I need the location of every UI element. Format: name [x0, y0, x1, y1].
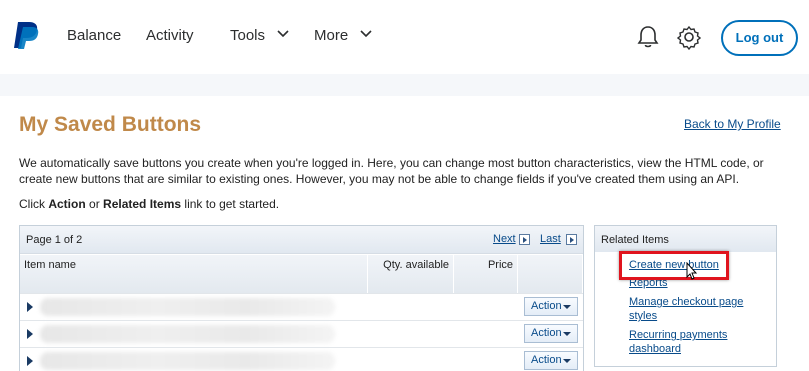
nav-tools-label: Tools: [230, 27, 266, 44]
instruction-action: Action: [48, 197, 86, 211]
action-dropdown-button[interactable]: Action: [524, 351, 578, 370]
next-page-icon[interactable]: [519, 234, 530, 245]
paypal-logo-icon[interactable]: [12, 20, 42, 50]
column-header-qty[interactable]: Qty. available: [368, 255, 454, 293]
instruction-or: or: [85, 197, 104, 211]
nav-tools[interactable]: Tools: [230, 27, 289, 44]
column-header-action: [518, 255, 583, 293]
next-page-link[interactable]: Next: [493, 233, 516, 245]
top-navigation: Balance Activity Tools More Log out: [0, 0, 809, 74]
action-dropdown-button[interactable]: Action: [524, 297, 578, 316]
intro-text: We automatically save buttons you create…: [19, 156, 764, 186]
table-row: Action: [20, 293, 583, 320]
expand-row-icon[interactable]: [27, 329, 33, 339]
saved-buttons-table: Page 1 of 2 Next Last Item name Qty. ava…: [19, 225, 584, 371]
chevron-down-icon: [277, 30, 289, 38]
nav-balance[interactable]: Balance: [67, 27, 121, 44]
related-items-heading: Related Items: [595, 226, 776, 252]
recurring-payments-link[interactable]: Recurring payments dashboard: [629, 328, 769, 356]
bell-icon[interactable]: [636, 24, 660, 50]
expand-row-icon[interactable]: [27, 302, 33, 312]
column-header-item-name[interactable]: Item name: [20, 255, 368, 293]
nav-more-label: More: [314, 27, 349, 44]
page-title: My Saved Buttons: [19, 113, 202, 136]
instruction-text: Click Action or Related Items link to ge…: [19, 197, 279, 211]
redacted-item-name: [40, 352, 335, 370]
instruction-prefix: Click: [19, 197, 49, 211]
column-header-item-name-label: Item name: [24, 259, 76, 271]
gear-icon[interactable]: [677, 24, 701, 50]
redacted-item-name: [40, 298, 335, 316]
expand-row-icon[interactable]: [27, 356, 33, 366]
mouse-pointer-icon: [686, 262, 698, 280]
content-header-bar: [0, 74, 809, 96]
column-header-price[interactable]: Price: [454, 255, 518, 293]
column-header-price-label: Price: [487, 259, 513, 271]
nav-activity[interactable]: Activity: [146, 27, 194, 44]
column-header-qty-label: Qty. available: [383, 259, 449, 271]
chevron-down-icon: [360, 30, 372, 38]
last-page-icon[interactable]: [566, 234, 577, 245]
action-dropdown-button[interactable]: Action: [524, 324, 578, 343]
table-row: Action: [20, 320, 583, 347]
instruction-related: Related Items: [103, 197, 182, 211]
manage-checkout-styles-link[interactable]: Manage checkout page styles: [629, 295, 769, 323]
nav-more[interactable]: More: [314, 27, 372, 44]
logout-button[interactable]: Log out: [721, 20, 798, 56]
nav-activity-label: Activity: [146, 27, 194, 44]
instruction-suffix: link to get started.: [181, 197, 280, 211]
table-row: Action: [20, 347, 583, 371]
nav-balance-label: Balance: [67, 27, 122, 44]
table-pager-bar: Page 1 of 2 Next Last: [20, 226, 583, 254]
last-page-link[interactable]: Last: [540, 233, 561, 245]
back-to-profile-link[interactable]: Back to My Profile: [684, 117, 781, 131]
redacted-item-name: [40, 325, 335, 343]
highlight-box: [619, 251, 729, 280]
related-items-panel: Related Items Create new button Reports …: [594, 225, 777, 367]
page-status: Page 1 of 2: [26, 234, 83, 246]
